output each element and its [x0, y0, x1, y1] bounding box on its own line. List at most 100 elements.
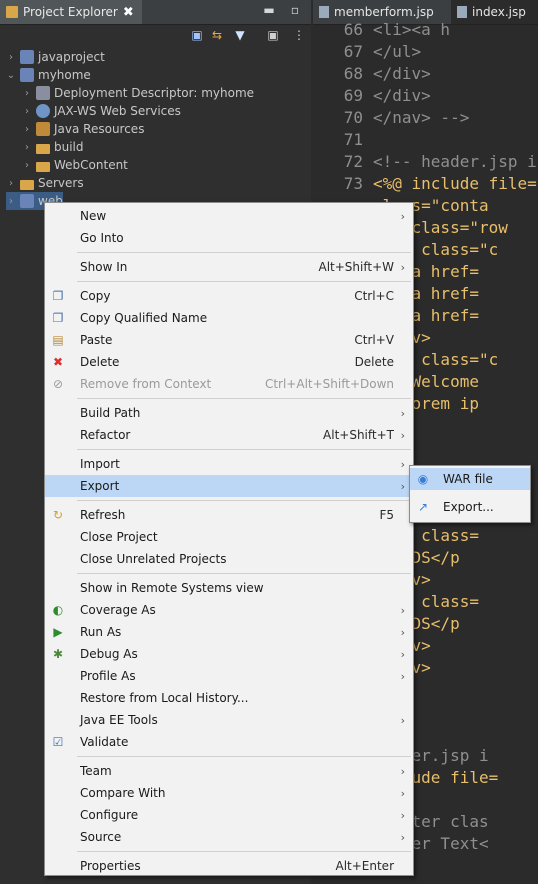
folder-icon — [36, 143, 50, 154]
run-icon: ▶ — [53, 625, 63, 639]
menu-item-label: Delete — [80, 355, 120, 369]
folder-icon — [20, 179, 34, 190]
tab-project-explorer[interactable]: Project Explorer ✖ — [0, 0, 142, 24]
menu-item-java-ee-tools[interactable]: Java EE Tools › — [45, 709, 413, 731]
tab-label: Project Explorer — [23, 5, 118, 19]
menu-item-source[interactable]: Source › — [45, 826, 413, 848]
jsp-file-icon — [457, 6, 467, 18]
export-submenu: ◉ WAR file ↗ Export... — [409, 465, 531, 523]
tree-item-jax-ws[interactable]: › JAX-WS Web Services — [22, 102, 181, 120]
menu-item-label: Refresh — [80, 508, 126, 522]
chevron-right-icon[interactable]: › — [6, 52, 16, 63]
menu-item-label: Validate — [80, 735, 129, 749]
menu-item-label: Configure — [80, 808, 139, 822]
code-line: <!-- header.jsp i — [373, 152, 537, 171]
tab-index[interactable]: index.jsp — [451, 0, 538, 24]
chevron-right-icon[interactable]: › — [22, 160, 32, 171]
menu-item-export[interactable]: Export › — [45, 475, 413, 497]
chevron-right-icon[interactable]: › — [6, 178, 16, 189]
menu-item-new[interactable]: New › — [45, 205, 413, 227]
tree-item-myhome[interactable]: ⌄ myhome — [6, 66, 91, 84]
submenu-arrow-icon: › — [400, 669, 405, 683]
menu-item-accelerator: Alt+Shift+W — [318, 260, 395, 274]
menu-separator — [77, 281, 411, 282]
menu-item-properties[interactable]: Properties Alt+Enter — [45, 855, 413, 877]
submenu-arrow-icon: › — [400, 479, 405, 493]
menu-item-label: Show In — [80, 260, 128, 274]
menu-item-show-in-remote-systems-view[interactable]: Show in Remote Systems view — [45, 577, 413, 599]
menu-item-import[interactable]: Import › — [45, 453, 413, 475]
menu-item-team[interactable]: Team › — [45, 760, 413, 782]
java-resources-icon — [36, 122, 50, 136]
menu-separator — [77, 398, 411, 399]
view-menu-icon[interactable]: ⋮ — [292, 28, 306, 42]
line-number: 69 — [343, 86, 363, 105]
menu-item-war-file[interactable]: ◉ WAR file — [410, 468, 530, 490]
context-menu: New › Go Into Show In Alt+Shift+W › ❐ Copy Ctrl+… — [44, 202, 414, 876]
menu-item-coverage-as[interactable]: ◐ Coverage As › — [45, 599, 413, 621]
menu-item-label: Go Into — [80, 231, 124, 245]
menu-item-label: Java EE Tools — [80, 713, 158, 727]
tree-item-build[interactable]: › build — [22, 138, 84, 156]
line-number: 67 — [343, 42, 363, 61]
submenu-arrow-icon: › — [400, 603, 405, 617]
maximize-icon[interactable]: ▫ — [288, 3, 302, 17]
menu-item-restore-from-local-history[interactable]: Restore from Local History... — [45, 687, 413, 709]
menu-item-configure[interactable]: Configure › — [45, 804, 413, 826]
chevron-right-icon[interactable]: › — [22, 106, 32, 117]
menu-item-show-in[interactable]: Show In Alt+Shift+W › — [45, 256, 413, 278]
chevron-right-icon[interactable]: › — [6, 196, 16, 207]
web-services-icon — [36, 104, 50, 118]
menu-item-profile-as[interactable]: Profile As › — [45, 665, 413, 687]
menu-item-build-path[interactable]: Build Path › — [45, 402, 413, 424]
menu-item-close-unrelated-projects[interactable]: Close Unrelated Projects — [45, 548, 413, 570]
menu-item-close-project[interactable]: Close Project — [45, 526, 413, 548]
line-number: 72 — [343, 152, 363, 171]
menu-item-copy[interactable]: ❐ Copy Ctrl+C — [45, 285, 413, 307]
chevron-right-icon[interactable]: › — [22, 124, 32, 135]
chevron-right-icon[interactable]: › — [22, 142, 32, 153]
tree-item-deployment-descriptor[interactable]: › Deployment Descriptor: myhome — [22, 84, 254, 102]
folder-icon — [36, 161, 50, 172]
minimize-icon[interactable]: ▬ — [262, 3, 276, 17]
menu-item-label: Show in Remote Systems view — [80, 581, 264, 595]
war-file-icon: ◉ — [417, 472, 429, 486]
explorer-toolbar: ▣ ⇆ ▼ ▣ ⋮ — [0, 24, 311, 48]
menu-item-label: Import — [80, 457, 120, 471]
menu-item-remove-from-context: ⊘ Remove from Context Ctrl+Alt+Shift+Down — [45, 373, 413, 395]
menu-item-delete[interactable]: ✖ Delete Delete — [45, 351, 413, 373]
submenu-arrow-icon: › — [400, 260, 405, 274]
line-number: 66 — [343, 20, 363, 39]
chevron-down-icon[interactable]: ⌄ — [6, 70, 16, 81]
menu-item-go-into[interactable]: Go Into — [45, 227, 413, 249]
code-line: </ul> — [373, 42, 422, 61]
tree-item-javaproject[interactable]: › javaproject — [6, 48, 105, 66]
menu-item-accelerator: Ctrl+C — [354, 289, 394, 303]
tree-item-servers[interactable]: › Servers — [6, 174, 84, 192]
menu-item-label: Refactor — [80, 428, 131, 442]
java-project-icon — [20, 50, 34, 64]
menu-item-copy-qualified-name[interactable]: ❐ Copy Qualified Name — [45, 307, 413, 329]
menu-item-validate[interactable]: ☑ Validate — [45, 731, 413, 753]
tree-item-java-resources[interactable]: › Java Resources — [22, 120, 144, 138]
remove-context-icon: ⊘ — [52, 377, 64, 391]
menu-separator — [77, 756, 411, 757]
refresh-icon: ↻ — [52, 508, 64, 522]
focus-icon[interactable]: ▣ — [266, 28, 280, 42]
link-with-editor-icon[interactable]: ⇆ — [210, 28, 224, 42]
menu-item-label: Close Unrelated Projects — [80, 552, 227, 566]
menu-item-run-as[interactable]: ▶ Run As › — [45, 621, 413, 643]
menu-separator — [77, 449, 411, 450]
menu-item-paste[interactable]: ▤ Paste Ctrl+V — [45, 329, 413, 351]
chevron-right-icon[interactable]: › — [22, 88, 32, 99]
menu-item-refresh[interactable]: ↻ Refresh F5 — [45, 504, 413, 526]
close-icon[interactable]: ✖ — [123, 5, 134, 20]
menu-item-export-wizard[interactable]: ↗ Export... — [410, 496, 530, 518]
menu-item-compare-with[interactable]: Compare With › — [45, 782, 413, 804]
menu-item-refactor[interactable]: Refactor Alt+Shift+T › — [45, 424, 413, 446]
filter-icon[interactable]: ▼ — [233, 28, 247, 42]
submenu-arrow-icon: › — [400, 647, 405, 661]
menu-item-debug-as[interactable]: ✱ Debug As › — [45, 643, 413, 665]
collapse-all-icon[interactable]: ▣ — [190, 28, 204, 42]
tree-item-webcontent[interactable]: › WebContent — [22, 156, 128, 174]
